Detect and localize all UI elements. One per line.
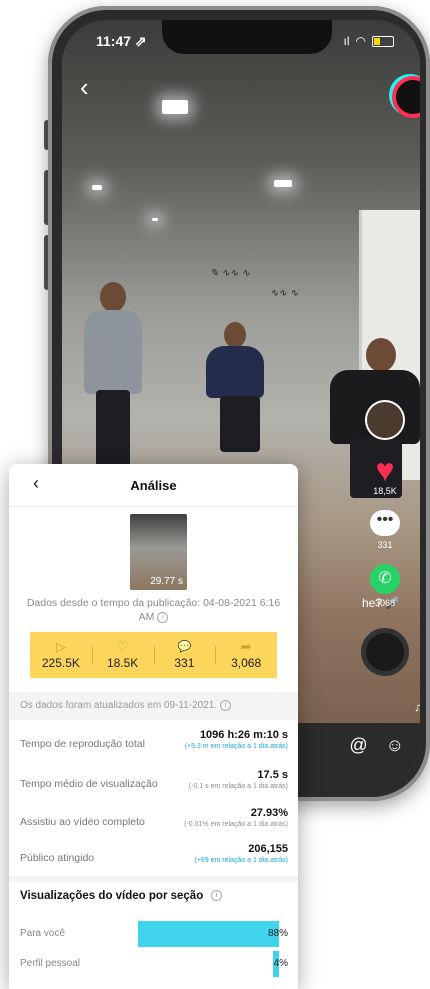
info-icon[interactable]: i [220, 699, 232, 711]
play-icon: ▷ [55, 639, 66, 654]
panel-title: Análise [130, 478, 177, 493]
whatsapp-icon: ✆ [370, 564, 400, 594]
stat-value: 3,068 [231, 656, 262, 670]
info-icon[interactable]: i [211, 890, 223, 902]
stat-value: 18.5K [106, 656, 139, 670]
tiktok-logo-icon [392, 76, 420, 118]
metric-label: Assistiu ao vídeo completo [20, 816, 145, 828]
analytics-panel: ‹ Análise 29.77 s Dados desde o tempo da… [9, 464, 298, 989]
stat-comments: 💬 331 [153, 632, 216, 678]
comment-button[interactable]: ••• 331 [370, 510, 400, 550]
heart-icon: ♡ [116, 639, 129, 654]
views-row-label: Para você [20, 928, 66, 939]
music-disc-icon[interactable] [361, 628, 409, 676]
wifi-icon: ◠ [355, 34, 366, 48]
views-row-percent: 4% [273, 958, 288, 969]
wall-lettering-decor: ✎ ∿∿ ∿ [210, 268, 250, 279]
updated-note-text: Os dados foram atualizados em 09-11-2021… [20, 700, 218, 711]
ceiling-light [92, 185, 102, 190]
metric-value: 17.5 s [257, 769, 288, 781]
metric-value: 206,155 [248, 843, 288, 855]
share-count: 3068 [374, 598, 396, 608]
metric-delta: (-0.1 s em relação a 1 dia atrás) [188, 783, 288, 790]
status-time: 11:47 ⇗ [96, 33, 147, 49]
creator-avatar[interactable] [365, 400, 405, 440]
like-count: 18,5K [373, 486, 397, 496]
metric-avg-watch-time: Tempo médio de visualização 17.5 s (-0.1… [20, 766, 288, 806]
ceiling-light [162, 100, 188, 114]
heart-icon: ♥ [375, 452, 395, 488]
divider [9, 876, 298, 882]
metric-delta: (-0.01% em relação a 1 dia atrás) [184, 821, 288, 828]
views-row-profile: Perfil pessoal 4% [20, 949, 288, 979]
published-note: Dados desde o tempo da publicação: 04-08… [23, 596, 284, 624]
ceiling-light [152, 218, 158, 221]
published-note-text: Dados desde o tempo da publicação: 04-08… [26, 597, 281, 623]
emoji-icon[interactable]: ☺ [386, 735, 404, 756]
status-indicators: ıl ◠ [344, 34, 394, 48]
metric-total-play-time: Tempo de reprodução total 1096 h:26 m:10… [20, 726, 288, 766]
side-actions: ♥ 18,5K ••• 331 ✆ 3068 [360, 400, 410, 676]
metric-delta: (+69 em relação a 1 dia atrás) [194, 857, 288, 864]
metric-value: 1096 h:26 m:10 s [199, 729, 288, 741]
like-button[interactable]: ♥ 18,5K [373, 454, 397, 496]
comment-icon: ••• [370, 510, 400, 536]
stat-value: 225.5K [41, 656, 80, 670]
metric-delta: (+5.3 m em relação a 1 dia atrás) [184, 743, 288, 750]
share-button[interactable]: ✆ 3068 [370, 564, 400, 608]
back-icon[interactable]: ‹ [80, 72, 89, 103]
stat-views: ▷ 225.5K [30, 632, 92, 678]
updated-note: Os dados foram atualizados em 09-11-2021… [9, 692, 298, 720]
panel-header: ‹ Análise [9, 464, 298, 507]
metric-label: Tempo médio de visualização [20, 778, 158, 790]
info-icon[interactable]: i [157, 611, 169, 623]
mention-icon[interactable]: @ [349, 735, 367, 756]
views-section-title: Visualizações do vídeo por seção i [20, 890, 223, 902]
stat-shares: ➦ 3,068 [215, 632, 277, 678]
views-row-label: Perfil pessoal [20, 958, 81, 969]
music-note-icon: ♫ [414, 700, 420, 714]
views-row-bar [138, 921, 279, 947]
metric-watched-full: Assistiu ao vídeo completo 27.93% (-0.01… [20, 804, 288, 844]
stat-value: 331 [174, 656, 195, 670]
comment-count: 331 [377, 540, 393, 550]
ceiling-light [274, 180, 292, 187]
video-thumbnail[interactable]: 29.77 s [130, 514, 187, 590]
views-section-title-text: Visualizações do vídeo por seção [20, 890, 204, 902]
stat-likes: ♡ 18.5K [91, 632, 154, 678]
video-duration: 29.77 s [150, 576, 183, 587]
stats-bar: ▷ 225.5K ♡ 18.5K 💬 331 ➦ 3,068 [30, 632, 277, 678]
metric-reached-audience: Público atingido 206,155 (+69 em relação… [20, 840, 288, 880]
comment-icon: 💬 [177, 641, 192, 653]
phone-notch [162, 20, 332, 54]
wall-lettering-decor: ∿∿ ∿ [270, 288, 299, 299]
metric-value: 27.93% [250, 807, 288, 819]
metric-label: Público atingido [20, 852, 95, 864]
metric-label: Tempo de reprodução total [20, 738, 145, 750]
share-icon: ➦ [240, 639, 252, 654]
views-row-percent: 88% [267, 928, 288, 939]
views-row-for-you: Para você 88% [20, 919, 288, 949]
battery-icon [372, 35, 394, 47]
signal-icon: ıl [343, 34, 350, 48]
